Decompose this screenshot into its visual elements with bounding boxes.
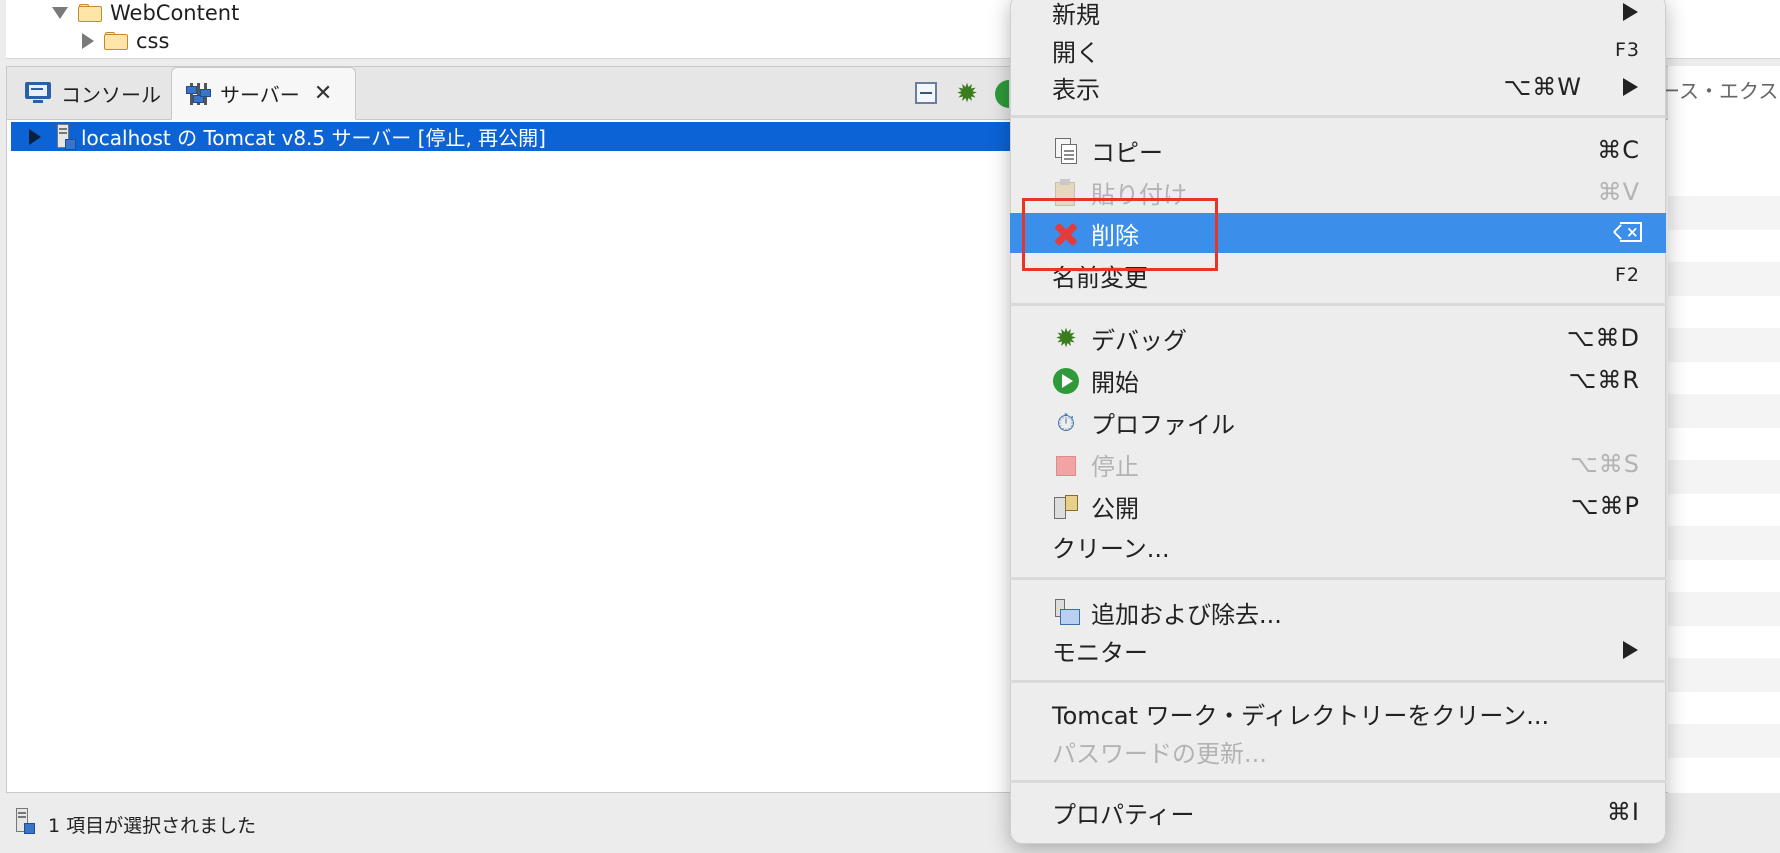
delete-key-icon: × [1613, 222, 1642, 242]
tab-console-label: コンソール [61, 82, 161, 107]
menu-item-shortcut: F3 [1614, 39, 1640, 61]
menu-item-shortcut: ⌘C [1597, 136, 1640, 164]
submenu-arrow-icon [1623, 78, 1638, 96]
menu-item-stop: 停止 ⌥⌘S [1010, 444, 1666, 484]
menu-item-clean[interactable]: クリーン... [1010, 526, 1666, 566]
menu-item-shortcut: F2 [1614, 264, 1640, 286]
tab-servers-label: サーバー [220, 83, 300, 107]
menu-item-shortcut: ⌥⌘P [1570, 492, 1640, 520]
menu-item-profile[interactable]: ⏱ プロファイル [1010, 402, 1666, 442]
expand-arrow-icon[interactable] [29, 128, 41, 145]
menu-item-shortcut: ⌥⌘D [1566, 324, 1640, 352]
menu-item-shortcut: ⌥⌘S [1570, 450, 1640, 478]
menu-item-label: パスワードの更新... [1052, 739, 1267, 768]
menu-item-show[interactable]: 表示 ⌥⌘W [1010, 67, 1666, 107]
list-stripe [1668, 658, 1780, 692]
servers-icon [186, 82, 211, 106]
menu-item-label: モニター [1052, 638, 1148, 667]
menu-item-update-password: パスワードの更新... [1010, 731, 1666, 771]
profile-icon: ⏱ [1056, 409, 1076, 437]
right-panel-tab[interactable]: ース・エクス [1660, 75, 1778, 104]
list-stripe [1668, 526, 1780, 560]
start-icon[interactable] [995, 80, 1009, 108]
menu-item-label: Tomcat ワーク・ディレクトリーをクリーン... [1052, 701, 1550, 730]
list-stripe [1668, 394, 1780, 428]
collapse-all-icon[interactable] [913, 80, 941, 108]
list-stripe [1668, 592, 1780, 626]
list-stripe [1668, 460, 1780, 494]
list-stripe [1668, 328, 1780, 362]
menu-item-shortcut: ⌥⌘R [1568, 366, 1640, 394]
menu-item-shortcut: ⌥⌘W [1503, 73, 1582, 101]
menu-item-label: 公開 [1091, 494, 1139, 523]
menu-separator [1010, 303, 1666, 306]
list-stripe [1668, 196, 1780, 230]
server-icon [55, 123, 77, 150]
menu-item-label: 新規 [1052, 0, 1100, 29]
tree-item-css[interactable]: css [82, 28, 169, 54]
menu-item-debug[interactable]: ✹ デバッグ ⌥⌘D [1010, 318, 1666, 358]
menu-item-shortcut: ⌘I [1606, 798, 1640, 826]
copy-icon [1052, 137, 1080, 165]
tab-servers[interactable]: サーバー ✕ [171, 67, 356, 120]
menu-item-label: 開始 [1091, 368, 1139, 397]
menu-separator [1010, 577, 1666, 580]
status-text: 1 項目が選択されました [48, 815, 257, 837]
debug-icon[interactable]: ✹ [953, 80, 981, 108]
menu-item-label: コピー [1091, 138, 1163, 167]
list-stripe [1668, 262, 1780, 296]
submenu-arrow-icon [1623, 641, 1638, 659]
start-icon [1052, 367, 1080, 395]
menu-item-properties[interactable]: プロパティー ⌘I [1010, 792, 1666, 832]
console-icon [25, 82, 51, 104]
menu-item-label: クリーン... [1052, 534, 1170, 563]
menu-item-label: 表示 [1052, 75, 1100, 104]
menu-item-label: デバッグ [1091, 326, 1187, 355]
collapse-arrow-icon[interactable] [82, 33, 94, 49]
menu-separator [1010, 780, 1666, 783]
menu-item-copy[interactable]: コピー ⌘C [1010, 130, 1666, 170]
menu-item-shortcut: ⌘V [1597, 178, 1640, 206]
menu-item-new[interactable]: 新規 [1010, 0, 1666, 32]
menu-item-open[interactable]: 開く F3 [1010, 30, 1666, 70]
menu-item-clean-work-dir[interactable]: Tomcat ワーク・ディレクトリーをクリーン... [1010, 693, 1666, 733]
publish-icon [1052, 493, 1080, 521]
menu-separator [1010, 115, 1666, 118]
server-label: localhost の Tomcat v8.5 サーバー [停止, 再公開] [81, 126, 546, 150]
add-remove-icon [1052, 599, 1080, 627]
list-stripe [1668, 724, 1780, 758]
server-row-selected[interactable]: localhost の Tomcat v8.5 サーバー [停止, 再公開] [11, 122, 1011, 151]
tab-console[interactable]: コンソール [15, 67, 173, 119]
folder-icon [104, 32, 130, 50]
tree-item-label: WebContent [110, 1, 240, 25]
tree-item-label: css [136, 29, 170, 53]
stop-icon [1052, 451, 1080, 479]
menu-item-label: プロファイル [1091, 410, 1235, 439]
debug-icon: ✹ [1055, 324, 1077, 354]
menu-item-publish[interactable]: 公開 ⌥⌘P [1010, 486, 1666, 526]
submenu-arrow-icon [1623, 3, 1638, 21]
annotation-highlight-box [1022, 198, 1218, 271]
menu-item-add-remove[interactable]: 追加および除去... [1010, 592, 1666, 632]
expand-arrow-icon[interactable] [52, 7, 68, 19]
menu-item-label: プロパティー [1052, 800, 1195, 829]
server-icon [14, 808, 36, 834]
folder-open-icon [78, 4, 104, 22]
menu-item-label: 追加および除去... [1091, 600, 1282, 629]
menu-item-label: 停止 [1091, 452, 1139, 481]
close-tab-icon[interactable]: ✕ [314, 82, 332, 105]
menu-item-start[interactable]: 開始 ⌥⌘R [1010, 360, 1666, 400]
tree-item-webcontent[interactable]: WebContent [52, 0, 239, 26]
menu-separator [1010, 680, 1666, 683]
menu-item-label: 開く [1052, 38, 1100, 67]
menu-item-monitor[interactable]: モニター [1010, 630, 1666, 670]
